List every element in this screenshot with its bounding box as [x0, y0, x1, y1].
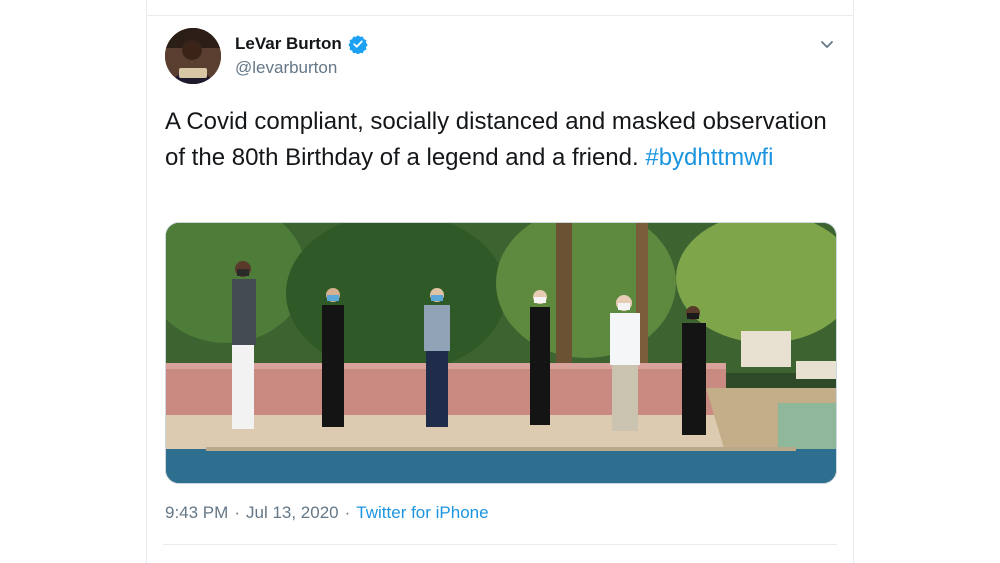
tweet-time[interactable]: 9:43 PM: [165, 503, 228, 523]
divider: [147, 15, 853, 16]
divider: [163, 544, 837, 545]
tweet-metadata: 9:43 PM · Jul 13, 2020 · Twitter for iPh…: [165, 503, 489, 523]
tweet-card: LeVar Burton @levarburton A Covid compli…: [146, 0, 854, 563]
photo-illustration: [166, 223, 836, 483]
verified-badge-icon: [348, 34, 368, 55]
tweet-text: A Covid compliant, socially distanced an…: [165, 104, 845, 176]
author-name-row[interactable]: LeVar Burton: [235, 34, 368, 55]
separator: ·: [344, 503, 351, 522]
avatar[interactable]: [165, 28, 221, 84]
hashtag-link[interactable]: #bydhttmwfi: [645, 140, 773, 176]
chevron-down-icon[interactable]: [819, 36, 835, 52]
tweet-date[interactable]: Jul 13, 2020: [246, 503, 339, 523]
source-link[interactable]: Twitter for iPhone: [356, 503, 488, 523]
separator: ·: [234, 503, 240, 522]
author-handle[interactable]: @levarburton: [235, 58, 337, 78]
tweet-photo[interactable]: [165, 222, 837, 484]
display-name[interactable]: LeVar Burton: [235, 34, 342, 54]
